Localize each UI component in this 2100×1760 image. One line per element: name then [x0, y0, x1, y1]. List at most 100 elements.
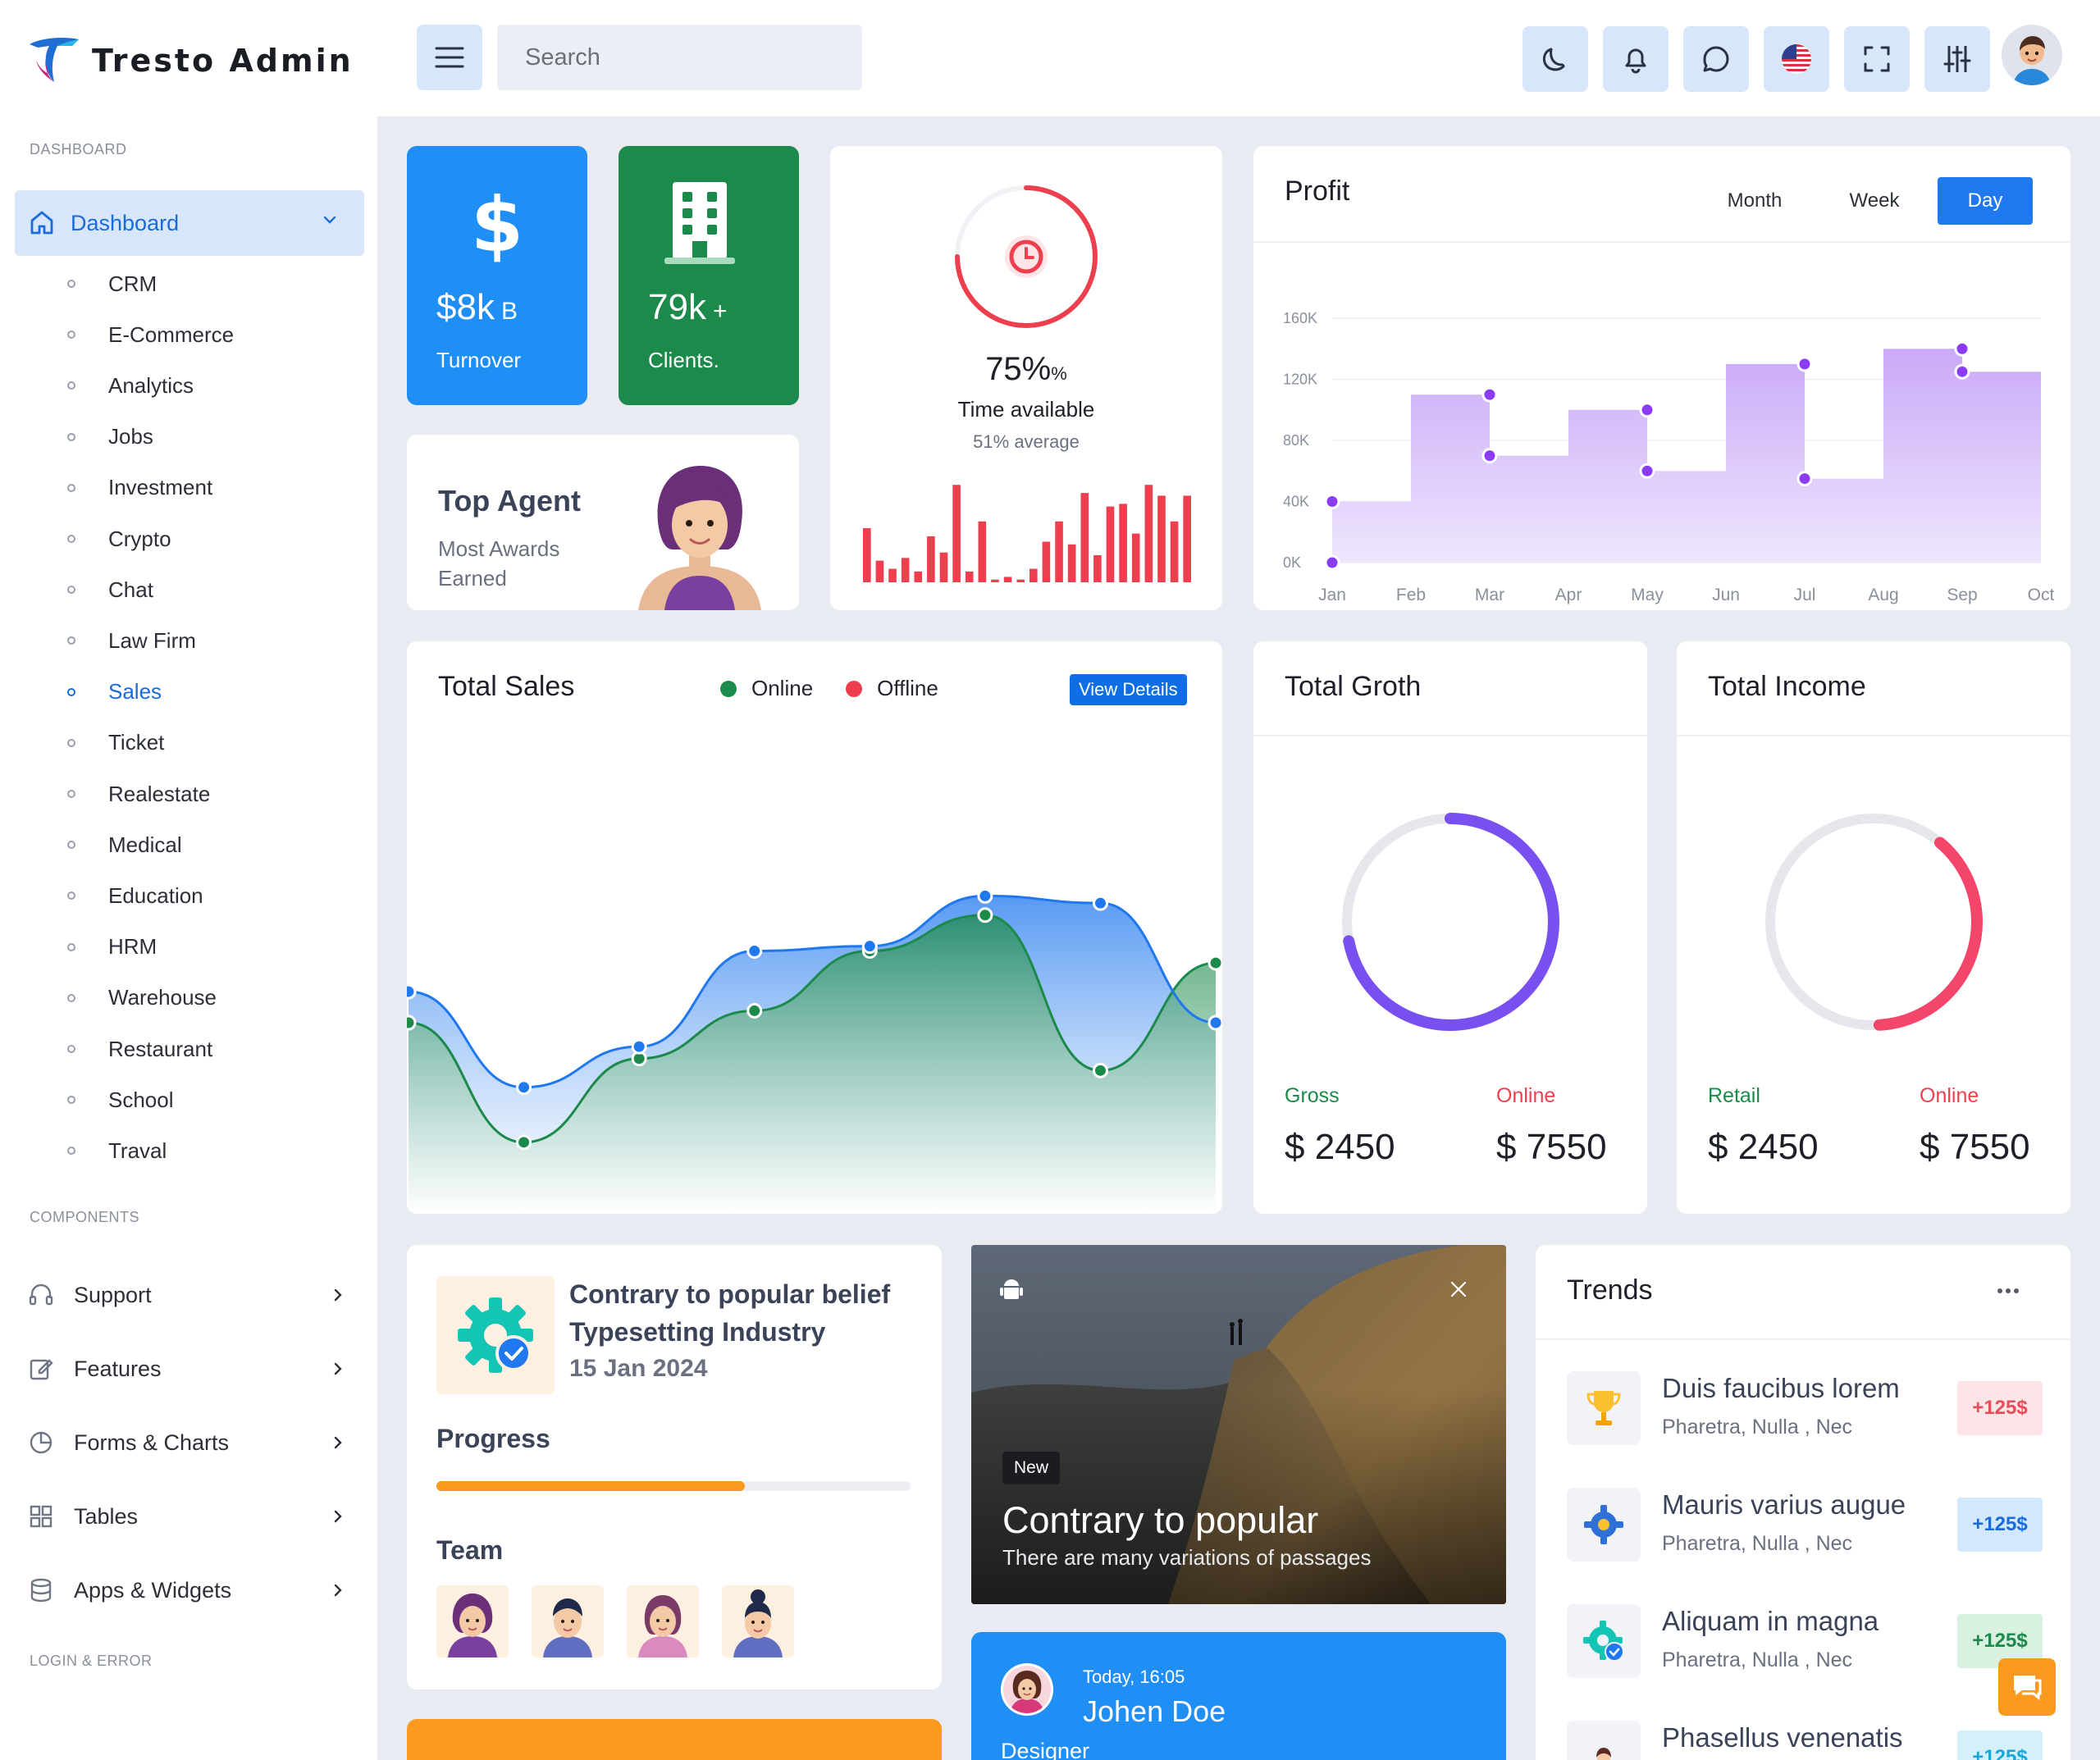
time-available-card: 75%% Time available 51% average: [830, 146, 1222, 610]
sales-point: [746, 943, 763, 959]
sidebar-item-support[interactable]: Support: [28, 1274, 348, 1315]
time-bar: [1055, 521, 1063, 582]
section-heading-components: COMPONENTS: [30, 1209, 140, 1225]
tab-week[interactable]: Week: [1821, 177, 1928, 225]
dark-mode-button[interactable]: [1522, 26, 1588, 92]
trophy-icon: [1567, 1371, 1641, 1445]
list-item[interactable]: Duis faucibus lorem Pharetra, Nulla , Ne…: [1567, 1371, 2043, 1453]
growth-right-label: Online: [1496, 1084, 1556, 1107]
tab-day[interactable]: Day: [1938, 177, 2033, 225]
time-bar: [1016, 579, 1025, 582]
profile-time: Today, 16:05: [1083, 1667, 1185, 1687]
sidebar-item-tables[interactable]: Tables: [28, 1496, 348, 1537]
time-bar: [939, 552, 948, 582]
sidebar-item-school[interactable]: School: [67, 1083, 174, 1116]
sidebar-item-label: Analytics: [108, 372, 194, 398]
sidebar-item-crm[interactable]: CRM: [67, 267, 157, 300]
sidebar-item-warehouse[interactable]: Warehouse: [67, 982, 217, 1015]
section-heading-dashboard: DASHBOARD: [30, 141, 127, 157]
sidebar-item-restaurant[interactable]: Restaurant: [67, 1033, 212, 1065]
sidebar-item-label: Law Firm: [108, 627, 196, 653]
time-bar: [914, 571, 923, 582]
income-left-label: Retail: [1708, 1084, 1760, 1107]
search-input[interactable]: [525, 43, 834, 71]
bullet-icon: [67, 636, 75, 645]
more-icon[interactable]: [1995, 1286, 2021, 1296]
time-bar: [1106, 506, 1115, 582]
pie-chart-icon: [30, 1431, 52, 1454]
sidebar-item-medical[interactable]: Medical: [67, 828, 182, 861]
sidebar-item-dashboard[interactable]: Dashboard: [15, 190, 364, 256]
sidebar-item-jobs[interactable]: Jobs: [67, 421, 153, 454]
android-icon[interactable]: [999, 1278, 1024, 1304]
time-label: Time available: [957, 397, 1095, 422]
view-details-button[interactable]: View Details: [1070, 674, 1187, 705]
notifications-button[interactable]: [1603, 26, 1669, 92]
sidebar-item-law-firm[interactable]: Law Firm: [67, 624, 196, 657]
project-date: 15 Jan 2024: [569, 1355, 708, 1382]
fullscreen-button[interactable]: [1844, 26, 1910, 92]
sidebar-item-label: Chat: [108, 577, 153, 602]
database-icon: [30, 1578, 52, 1603]
bullet-icon: [67, 381, 75, 390]
trend-subtitle: Pharetra, Nulla , Nec: [1662, 1648, 1853, 1671]
divider: [1677, 735, 2070, 736]
sidebar-item-crypto[interactable]: Crypto: [67, 522, 171, 555]
time-sub: 51% average: [973, 431, 1080, 452]
sales-point: [977, 907, 993, 923]
bullet-icon: [67, 841, 75, 850]
photo-title: Contrary to popular: [1002, 1499, 1319, 1541]
messages-button[interactable]: [1683, 26, 1749, 92]
sidebar-item-analytics[interactable]: Analytics: [67, 369, 194, 402]
list-item[interactable]: Phasellus venenatis +125$: [1567, 1721, 2043, 1760]
brand-name: Tresto Admin: [92, 43, 354, 79]
sidebar-item-chat[interactable]: Chat: [67, 573, 153, 606]
list-item[interactable]: Mauris varius augue Pharetra, Nulla , Ne…: [1567, 1488, 2043, 1570]
promo-card: [407, 1719, 942, 1760]
x-tick-label: Aug: [1868, 586, 1898, 604]
badge-check-icon: [1567, 1604, 1641, 1678]
sidebar-item-ticket[interactable]: Ticket: [67, 727, 164, 759]
sidebar-item-education[interactable]: Education: [67, 879, 203, 912]
sidebar-item-hrm[interactable]: HRM: [67, 931, 157, 964]
sales-legend: Online Offline: [720, 676, 938, 701]
total-income-card: Total Income Retail Online $ 2450 $ 7550: [1677, 641, 2070, 1214]
top-agent-line2: Earned: [438, 566, 507, 590]
sidebar-item-label: E-Commerce: [108, 321, 235, 347]
turnover-card[interactable]: $ $8k B Turnover: [407, 146, 587, 405]
x-tick-label: Jul: [1794, 586, 1816, 604]
language-button[interactable]: [1764, 26, 1829, 92]
sidebar-item-sales[interactable]: Sales: [67, 676, 162, 709]
floating-chat-button[interactable]: [1998, 1658, 2056, 1716]
tab-month[interactable]: Month: [1701, 177, 1808, 225]
time-bar: [952, 485, 961, 582]
sidebar-item-label: School: [108, 1087, 174, 1112]
sidebar-item-apps-widgets[interactable]: Apps & Widgets: [28, 1570, 348, 1611]
list-item[interactable]: Aliquam in magna Pharetra, Nulla , Nec +…: [1567, 1604, 2043, 1686]
team-avatar[interactable]: [532, 1585, 604, 1657]
sidebar-item-label: Support: [74, 1282, 152, 1307]
team-avatar[interactable]: [627, 1585, 699, 1657]
sidebar-item-realestate[interactable]: Realestate: [67, 777, 210, 810]
section-heading-login-error: LOGIN & ERROR: [30, 1653, 153, 1669]
customizer-button[interactable]: [1924, 26, 1990, 92]
sidebar-item-investment[interactable]: Investment: [67, 472, 212, 504]
close-icon[interactable]: [1449, 1279, 1468, 1299]
profit-point: [1796, 471, 1813, 487]
profile-avatar[interactable]: [1001, 1663, 1053, 1716]
chevron-right-icon: [334, 1510, 342, 1523]
clients-card[interactable]: 79k + Clients.: [619, 146, 799, 405]
brand[interactable]: Tresto Admin: [25, 30, 354, 92]
sidebar-item-features[interactable]: Features: [28, 1348, 348, 1389]
sidebar: DASHBOARD Dashboard CRM E-Commerce Analyti…: [0, 116, 377, 1760]
team-avatar[interactable]: [436, 1585, 509, 1657]
sidebar-item-e-commerce[interactable]: E-Commerce: [67, 318, 234, 351]
sidebar-item-traval[interactable]: Traval: [67, 1134, 167, 1167]
menu-toggle-button[interactable]: [417, 25, 482, 90]
user-avatar[interactable]: [2002, 25, 2062, 85]
profit-point: [1324, 494, 1340, 509]
team-avatar[interactable]: [722, 1585, 794, 1657]
sidebar-item-forms-charts[interactable]: Forms & Charts: [28, 1422, 348, 1463]
time-bar: [1119, 504, 1127, 582]
legend-offline-dot: [846, 680, 863, 697]
